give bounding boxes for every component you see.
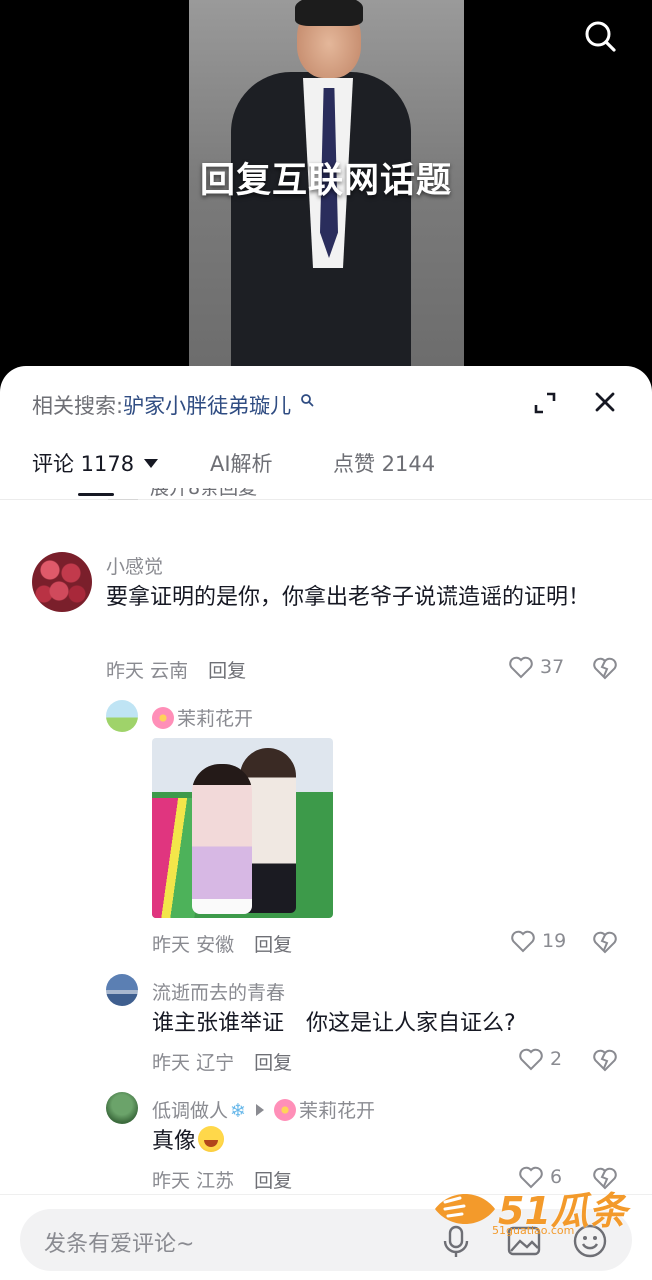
comment-meta: 昨天 云南 回复 xyxy=(106,656,246,683)
reply-image[interactable] xyxy=(152,738,333,918)
heart-icon xyxy=(519,1048,543,1071)
reply-username-text: 低调做人 xyxy=(152,1100,229,1122)
video-caption: 回复互联网话题 xyxy=(199,161,452,201)
reply-button[interactable]: 回复 xyxy=(254,1052,292,1074)
comment-location: 安徽 xyxy=(196,934,235,956)
reply-arrow-icon xyxy=(255,1104,264,1116)
comment-meta: 昨天 安徽 回复 xyxy=(152,930,292,957)
comment-time: 昨天 xyxy=(152,1052,191,1074)
reply-button[interactable]: 回复 xyxy=(254,934,292,956)
like-count: 37 xyxy=(540,656,565,678)
watermark-fish-icon xyxy=(435,1194,495,1224)
comment-location: 辽宁 xyxy=(196,1052,235,1074)
tab-ai-analysis[interactable]: AI解析 xyxy=(210,448,273,478)
related-search-prefix: 相关搜索: xyxy=(32,394,124,418)
tab-likes[interactable]: 点赞 2144 xyxy=(333,448,435,478)
search-icon[interactable] xyxy=(582,18,618,54)
caret-down-icon[interactable] xyxy=(144,459,159,468)
avatar[interactable] xyxy=(106,700,138,732)
comment-meta: 昨天 江苏 回复 xyxy=(152,1166,292,1193)
tab-bar: 评论 1178 AI解析 点赞 2144 xyxy=(0,446,652,500)
avatar[interactable] xyxy=(106,1092,138,1124)
related-search[interactable]: 相关搜索:驴家小胖徒弟璇儿 xyxy=(32,390,314,420)
snowflake-icon: ❄ xyxy=(230,1100,246,1122)
flower-icon xyxy=(273,1099,296,1121)
comment-location: 江苏 xyxy=(196,1170,235,1192)
like-count: 19 xyxy=(542,930,567,952)
like-button[interactable]: 37 xyxy=(508,655,564,679)
comment-time: 昨天 xyxy=(152,1170,191,1192)
photo-girl xyxy=(192,764,252,914)
divider-line xyxy=(108,499,138,500)
avatar[interactable] xyxy=(32,552,92,612)
comment-location: 云南 xyxy=(150,660,189,682)
comment-input-placeholder: 发条有爱评论~ xyxy=(44,1232,195,1257)
laughing-emoji-icon xyxy=(198,1126,225,1152)
watermark-logo: 51瓜条 51guatiao.com xyxy=(430,1180,636,1240)
comment-text: 谁主张谁举证 你这是让人家自证么? xyxy=(152,1011,516,1036)
reply-button[interactable]: 回复 xyxy=(208,660,246,682)
watermark-subtext: 51guatiao.com xyxy=(492,1224,575,1237)
flower-icon xyxy=(152,707,174,729)
heart-icon xyxy=(509,656,533,679)
comment-sheet: 相关搜索:驴家小胖徒弟璇儿 评论 1178 AI解析 点赞 2144 展开8条回… xyxy=(0,366,652,1280)
comment-username[interactable]: 小感觉 xyxy=(106,552,163,579)
comment-text: 真像 xyxy=(152,1124,452,1159)
broken-heart-icon[interactable] xyxy=(592,930,618,954)
related-search-keyword[interactable]: 驴家小胖徒弟璇儿 xyxy=(123,394,291,418)
reply-username[interactable]: 流逝而去的青春 xyxy=(152,978,285,1005)
comment-meta: 昨天 辽宁 回复 xyxy=(152,1048,292,1075)
like-count: 2 xyxy=(550,1048,563,1070)
reply-to-username[interactable]: 茉莉花开 xyxy=(299,1100,375,1122)
comment-text-body: 真像 xyxy=(152,1129,197,1154)
like-button[interactable]: 19 xyxy=(510,929,566,953)
tab-active-indicator xyxy=(78,493,114,496)
avatar[interactable] xyxy=(106,974,138,1006)
expand-replies-button[interactable]: 展开8条回复 xyxy=(150,488,257,502)
like-button[interactable]: 2 xyxy=(518,1047,562,1071)
tab-comments[interactable]: 评论 1178 xyxy=(32,448,159,478)
close-icon[interactable] xyxy=(592,389,618,415)
expand-icon[interactable] xyxy=(532,390,558,416)
small-search-icon xyxy=(300,394,314,407)
tab-comments-label: 评论 1178 xyxy=(32,452,135,476)
comment-text: 要拿证明的是你，你拿出老爷子说谎造谣的证明！ xyxy=(106,585,591,610)
reply-button[interactable]: 回复 xyxy=(254,1170,292,1192)
reply-username-text: 茉莉花开 xyxy=(177,708,254,730)
reply-username[interactable]: 低调做人 ❄ 茉莉花开 xyxy=(152,1096,375,1123)
reply-username[interactable]: 茉莉花开 xyxy=(152,704,253,731)
comment-time: 昨天 xyxy=(152,934,191,956)
heart-icon xyxy=(511,930,535,953)
video-player[interactable]: 回复互联网话题 xyxy=(0,0,652,400)
person-hair xyxy=(295,0,363,26)
broken-heart-icon[interactable] xyxy=(592,1048,618,1072)
comment-time: 昨天 xyxy=(106,660,145,682)
broken-heart-icon[interactable] xyxy=(592,656,618,680)
